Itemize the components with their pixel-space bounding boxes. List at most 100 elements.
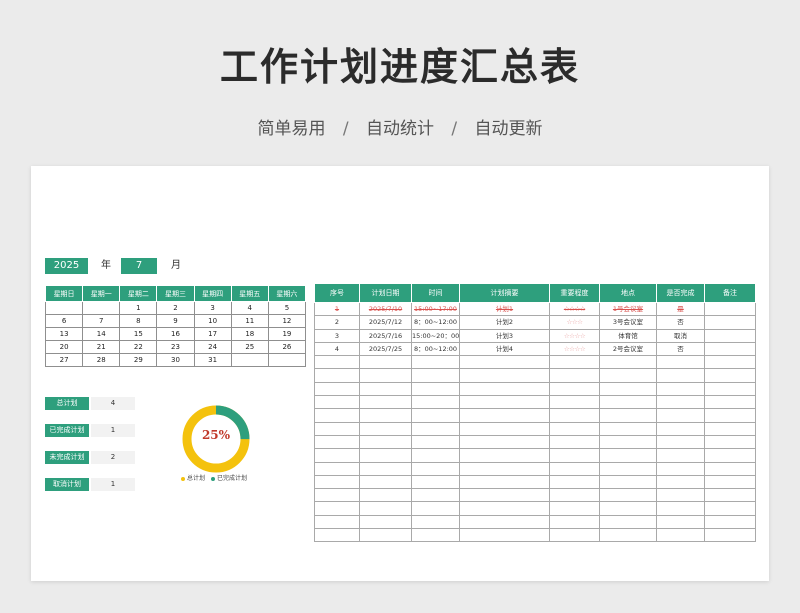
plan-empty-cell[interactable] [359,461,412,476]
calendar-day-cell[interactable]: 11 [230,314,269,328]
plan-cell-no[interactable]: 2 [314,315,360,330]
calendar-day-cell[interactable]: 2 [156,301,195,315]
plan-empty-cell[interactable] [549,381,600,397]
plan-empty-cell[interactable] [599,368,657,383]
plan-empty-cell[interactable] [459,448,550,463]
plan-empty-cell[interactable] [656,474,705,490]
plan-cell-time[interactable]: 15:00~20：00 [411,328,460,343]
plan-empty-cell[interactable] [549,408,600,423]
plan-empty-cell[interactable] [599,434,657,450]
plan-empty-cell[interactable] [411,461,460,476]
plan-empty-cell[interactable] [459,355,550,370]
plan-empty-cell[interactable] [411,528,460,543]
calendar-day-cell[interactable]: 1 [119,301,158,315]
plan-empty-cell[interactable] [359,408,412,423]
plan-empty-cell[interactable] [549,514,600,530]
plan-cell-note[interactable] [704,341,756,357]
plan-empty-cell[interactable] [314,501,360,516]
plan-cell-summary[interactable]: 计划3 [459,328,550,343]
plan-empty-cell[interactable] [459,474,550,490]
plan-empty-cell[interactable] [704,488,756,503]
plan-empty-cell[interactable] [656,501,705,516]
calendar-day-cell[interactable] [267,353,307,367]
plan-empty-cell[interactable] [314,434,360,450]
plan-cell-note[interactable] [704,315,756,330]
plan-empty-cell[interactable] [314,448,360,463]
plan-empty-cell[interactable] [459,514,550,530]
calendar-day-cell[interactable]: 28 [82,353,121,367]
plan-empty-cell[interactable] [549,368,600,383]
plan-empty-cell[interactable] [359,395,412,410]
plan-cell-importance[interactable]: ☆☆☆☆ [549,328,600,343]
plan-empty-cell[interactable] [314,474,360,490]
plan-cell-done[interactable]: 是 [656,301,705,317]
plan-empty-cell[interactable] [359,381,412,397]
calendar-day-cell[interactable]: 8 [119,314,158,328]
calendar-day-cell[interactable]: 9 [156,314,195,328]
plan-empty-cell[interactable] [359,448,412,463]
plan-empty-cell[interactable] [704,381,756,397]
plan-cell-date[interactable]: 2025/7/16 [359,328,412,343]
plan-cell-summary[interactable]: 计划4 [459,341,550,357]
plan-empty-cell[interactable] [549,355,600,370]
plan-empty-cell[interactable] [599,528,657,543]
calendar-day-cell[interactable] [82,301,121,315]
plan-empty-cell[interactable] [549,488,600,503]
calendar-day-cell[interactable]: 21 [82,340,121,354]
plan-cell-done[interactable]: 否 [656,315,705,330]
plan-empty-cell[interactable] [314,381,360,397]
plan-cell-date[interactable]: 2025/7/12 [359,315,412,330]
plan-empty-cell[interactable] [704,421,756,436]
plan-empty-cell[interactable] [704,355,756,370]
year-input[interactable]: 2025 [45,258,88,274]
plan-empty-cell[interactable] [459,381,550,397]
plan-cell-place[interactable]: 3号会议室 [599,315,657,330]
calendar-day-cell[interactable]: 13 [44,327,84,341]
calendar-day-cell[interactable]: 12 [267,314,307,328]
calendar-day-cell[interactable]: 26 [267,340,307,354]
plan-cell-place[interactable]: 1号会议室 [599,301,657,317]
plan-empty-cell[interactable] [704,448,756,463]
plan-empty-cell[interactable] [656,395,705,410]
calendar-day-cell[interactable]: 4 [230,301,269,315]
plan-cell-no[interactable]: 1 [314,301,360,317]
plan-empty-cell[interactable] [656,448,705,463]
plan-empty-cell[interactable] [549,461,600,476]
plan-empty-cell[interactable] [704,434,756,450]
plan-empty-cell[interactable] [314,514,360,530]
calendar-day-cell[interactable]: 3 [193,301,232,315]
plan-empty-cell[interactable] [704,368,756,383]
calendar-day-cell[interactable]: 19 [267,327,307,341]
calendar-day-cell[interactable]: 18 [230,327,269,341]
plan-empty-cell[interactable] [549,474,600,490]
plan-empty-cell[interactable] [656,528,705,543]
plan-cell-time[interactable]: 15:00~17:00 [411,301,460,317]
plan-empty-cell[interactable] [359,474,412,490]
plan-empty-cell[interactable] [359,368,412,383]
plan-empty-cell[interactable] [549,501,600,516]
plan-empty-cell[interactable] [704,501,756,516]
plan-cell-importance[interactable]: ☆☆☆☆ [549,341,600,357]
plan-cell-importance[interactable]: ☆☆☆☆ [549,301,600,317]
calendar-day-cell[interactable]: 22 [119,340,158,354]
plan-empty-cell[interactable] [359,355,412,370]
calendar-day-cell[interactable]: 5 [267,301,307,315]
plan-empty-cell[interactable] [411,474,460,490]
calendar-day-cell[interactable]: 7 [82,314,121,328]
plan-empty-cell[interactable] [459,408,550,423]
plan-cell-summary[interactable]: 计划2 [459,315,550,330]
plan-empty-cell[interactable] [359,514,412,530]
calendar-day-cell[interactable]: 27 [44,353,84,367]
plan-empty-cell[interactable] [411,368,460,383]
plan-cell-note[interactable] [704,328,756,343]
plan-empty-cell[interactable] [656,408,705,423]
plan-empty-cell[interactable] [704,474,756,490]
plan-empty-cell[interactable] [459,461,550,476]
calendar-day-cell[interactable] [230,353,269,367]
plan-empty-cell[interactable] [549,448,600,463]
plan-empty-cell[interactable] [549,434,600,450]
calendar-day-cell[interactable]: 14 [82,327,121,341]
plan-cell-time[interactable]: 8：00~12:00 [411,315,460,330]
plan-empty-cell[interactable] [314,355,360,370]
plan-empty-cell[interactable] [704,514,756,530]
